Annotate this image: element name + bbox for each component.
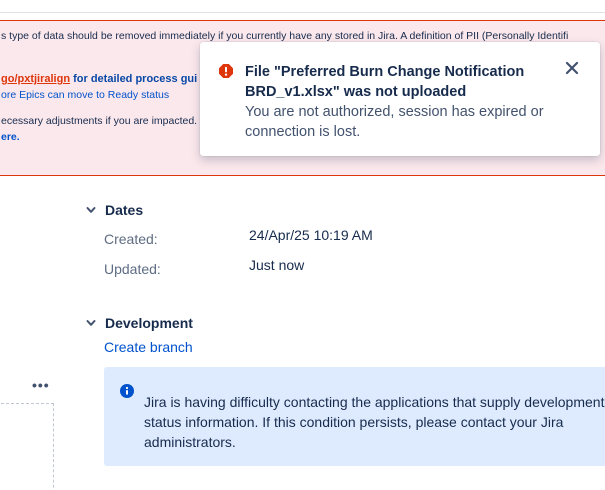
pxtjiralign-link[interactable]: go/pxtjiralign (1, 73, 70, 85)
error-icon (219, 64, 233, 78)
top-divider (0, 12, 605, 13)
info-icon (120, 384, 134, 398)
banner-line-adjustments: ecessary adjustments if you are impacted… (1, 115, 198, 127)
flag-title: File "Preferred Burn Change Notification… (245, 64, 525, 100)
drop-zone (0, 403, 54, 490)
banner-line-process: go/pxtjiralign for detailed process gui (1, 73, 197, 85)
development-heading: Development (105, 315, 193, 331)
more-actions-button[interactable]: ••• (32, 377, 50, 393)
development-section-toggle[interactable]: Development (85, 315, 193, 331)
create-branch-link[interactable]: Create branch (104, 339, 193, 355)
dates-section-toggle[interactable]: Dates (85, 202, 143, 218)
updated-label: Updated: (104, 261, 161, 277)
banner-here-link[interactable]: ere. (1, 131, 20, 143)
banner-line-epics[interactable]: ore Epics can move to Ready status (1, 89, 169, 101)
upload-error-flag: File "Preferred Burn Change Notification… (200, 42, 600, 156)
created-value: 24/Apr/25 10:19 AM (249, 227, 373, 243)
flag-description: You are not authorized, session has expi… (245, 104, 544, 140)
close-icon[interactable] (564, 60, 580, 76)
updated-value: Just now (249, 257, 305, 273)
banner-line-pii: s type of data should be removed immedia… (1, 30, 569, 42)
chevron-down-icon (86, 207, 96, 213)
development-info-message: Jira is having difficulty contacting the… (104, 367, 605, 466)
dates-heading: Dates (105, 202, 144, 218)
info-message-text: Jira is having difficulty contacting the… (144, 394, 605, 450)
banner-line-process-text: for detailed process gui (70, 73, 198, 85)
chevron-down-icon (86, 320, 96, 326)
created-label: Created: (104, 231, 158, 247)
